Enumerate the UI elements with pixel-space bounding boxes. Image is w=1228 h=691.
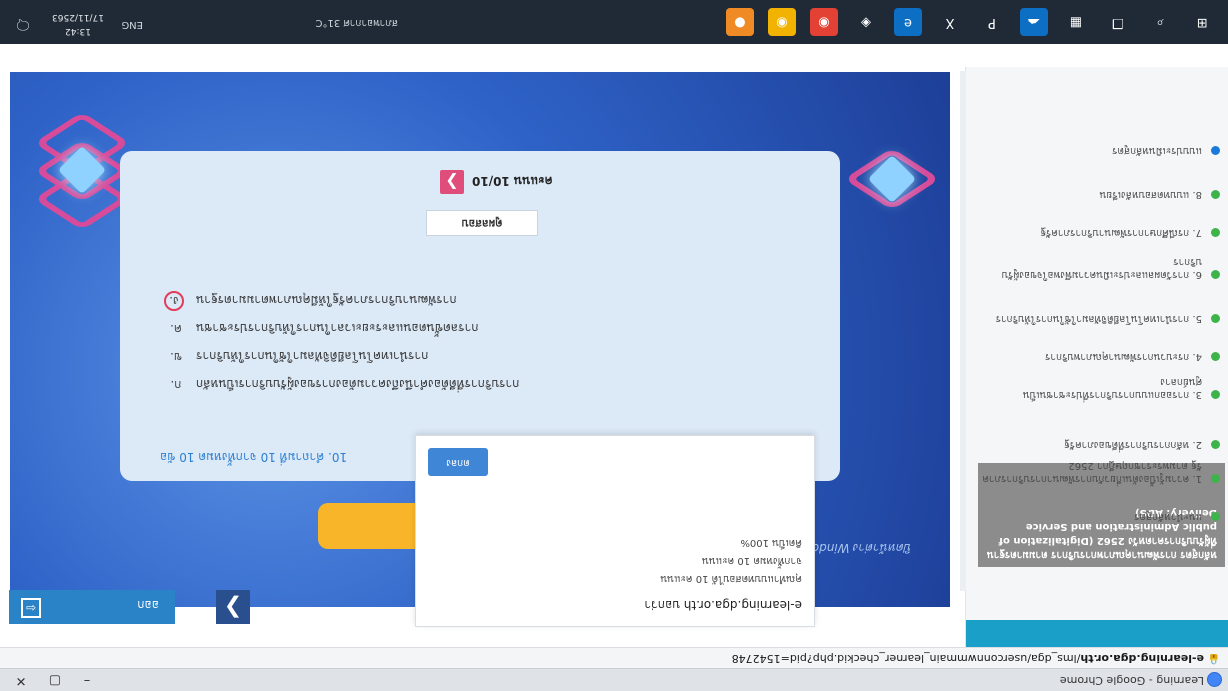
option-text: การนำเทคโนโลยีดิจิทัลมาใช้ในการให้บริการ: [196, 349, 429, 363]
lesson-label: แบบประเมินหลักสูตร: [1112, 145, 1202, 156]
answer-option[interactable]: ก. การบริการที่ดีต้องคำนึงถึงความต้องการข…: [160, 375, 840, 395]
sidebar-header: [966, 620, 1228, 647]
minimize-icon[interactable]: –: [76, 671, 98, 689]
url-domain: e-learning.dga.or.th: [1080, 652, 1204, 665]
taskbar-start-icon[interactable]: ⊞: [1188, 8, 1216, 36]
window-title: Learning - Google Chrome: [1059, 674, 1204, 687]
lesson-label: 7. กรณีศึกษาการพัฒนาบริการภาครัฐ: [1040, 227, 1202, 238]
dialog-site: e-learning.dga.or.th บอกว่า: [644, 598, 802, 612]
taskbar-calculator-icon[interactable]: ▦: [1062, 8, 1090, 36]
url-path: /lms_dga/userconnwmmain_learner_checkid.…: [731, 652, 1081, 665]
lesson-label: 2. หลักการบริการที่ดีของภาครัฐ: [1064, 439, 1202, 450]
status-dot-icon: [1211, 190, 1220, 199]
option-marker: ข.: [169, 350, 183, 364]
option-marker: ค.: [170, 322, 182, 336]
screen: Learning - Google Chrome – ▢ ✕ 🔒 e-learn…: [0, 0, 1228, 691]
notification-icon[interactable]: 🗨: [14, 16, 32, 32]
close-icon[interactable]: ✕: [10, 671, 32, 689]
lesson-label: 3. การออกแบบการบริการที่ประชาชนเป็นศูนย์…: [1022, 376, 1202, 400]
exit-button[interactable]: ออก ⇦: [9, 590, 175, 624]
taskbar-search-icon[interactable]: ⌕: [1146, 8, 1174, 36]
answer-option[interactable]: ข. การนำเทคโนโลยีดิจิทัลมาใช้ในการให้บริก…: [160, 347, 840, 367]
lesson-label: 8. แบบทดสอบหลังเรียน: [1099, 189, 1203, 200]
quiz-card: 10. คำถามที่ 10 จากทั้งหมด 10 ข้อ ก. การบ…: [120, 151, 840, 481]
next-slide-button[interactable]: ❯: [216, 590, 250, 624]
lesson-label: 6. การวัดผลและประเมินความพึงพอใจของผู้รั…: [1001, 256, 1202, 280]
score-display: ❯ คะแนน 10/10: [440, 168, 590, 194]
dialog-ok-button[interactable]: ตกลง: [428, 448, 488, 476]
status-dot-icon: [1211, 270, 1220, 279]
status-dot-icon: [1211, 440, 1220, 449]
language-indicator[interactable]: ENG: [121, 19, 143, 30]
exit-label: ออก: [137, 598, 159, 612]
option-text: การพัฒนาบริการภาครัฐให้มีคุณภาพตามมาตรฐา…: [196, 293, 457, 307]
alert-dialog: e-learning.dga.or.th บอกว่า คุณทำแบบทดสอ…: [415, 435, 815, 627]
status-dot-icon: [1211, 512, 1220, 521]
lesson-label: 1. ความรู้เบื้องต้นเกี่ยวกับการพัฒนาการบ…: [982, 460, 1202, 484]
clock-time: 13:42: [65, 26, 91, 36]
clock[interactable]: 13:42 17/11/2563: [48, 10, 108, 38]
taskbar-store-icon[interactable]: ◈: [852, 8, 880, 36]
score-text: คะแนน 10/10: [472, 174, 553, 188]
chevron-right-icon[interactable]: ❯: [440, 170, 464, 194]
taskbar-task-view-icon[interactable]: ❐: [1104, 8, 1132, 36]
lesson-label: 5. การนำเทคโนโลยีดิจิทัลมาใช้ในการให้บริ…: [995, 313, 1202, 324]
chrome-logo-icon: [1207, 672, 1222, 687]
lock-icon: 🔒: [1207, 653, 1220, 664]
lesson-label: แนะนำหลักสูตร: [1134, 511, 1202, 522]
status-dot-icon: [1211, 352, 1220, 361]
taskbar-chrome-a-icon[interactable]: ◉: [810, 8, 838, 36]
option-marker: ก.: [170, 378, 182, 392]
taskbar-powerpoint-icon[interactable]: P: [978, 8, 1006, 36]
taskbar-line-icon[interactable]: ●: [726, 8, 754, 36]
maximize-icon[interactable]: ▢: [44, 671, 66, 689]
status-dot-icon: [1211, 390, 1220, 399]
dialog-line: จากทั้งหมด 10 คะแนน: [702, 555, 802, 566]
status-dot-icon: [1211, 474, 1220, 483]
taskbar: ⊞ ⌕ ❐ ▦ ☁ P Xe ◈ ◉ ◉ ● สภาพอากาศ 31°C ENG 13:42 17…: [0, 0, 1228, 44]
answer-option[interactable]: ง. การพัฒนาบริการภาครัฐให้มีคุณภาพตามมาตร…: [160, 291, 840, 311]
lesson-label: 4. กระบวนการพัฒนาคุณภาพบริการ: [1045, 351, 1202, 362]
answer-option[interactable]: ค. การลดขั้นตอนและระยะเวลาในการให้บริการป…: [160, 319, 840, 339]
dialog-line: คิดเป็น 100%: [740, 537, 802, 548]
address-bar[interactable]: 🔒 e-learning.dga.or.th/lms_dga/userconnw…: [0, 647, 1228, 668]
view-result-button[interactable]: ดูผลสอบ: [426, 210, 538, 236]
url-text[interactable]: e-learning.dga.or.th/lms_dga/userconnwmm…: [732, 652, 1204, 665]
dialog-line: คุณทำแบบทดสอบได้ 10 คะแนน: [660, 573, 802, 584]
option-text: การลดขั้นตอนและระยะเวลาในการให้บริการประ…: [196, 321, 479, 335]
status-dot-icon: [1211, 146, 1220, 155]
status-dot-icon: [1211, 314, 1220, 323]
browser-title-bar: Learning - Google Chrome – ▢ ✕: [0, 668, 1228, 691]
option-text: การบริการที่ดีต้องคำนึงถึงความต้องการของ…: [196, 377, 520, 391]
taskbar-excel-icon[interactable]: X: [936, 8, 964, 36]
clock-date: 17/11/2563: [52, 12, 104, 22]
option-marker: ง.: [164, 291, 184, 311]
taskbar-onedrive-icon[interactable]: ☁: [1020, 8, 1048, 36]
taskbar-chrome-b-icon[interactable]: ◉: [768, 8, 796, 36]
taskbar-edge-icon[interactable]: e: [894, 8, 922, 36]
exit-icon: ⇦: [21, 598, 41, 618]
lesson-sidebar: หลักสูตร การพัฒนาคุณภาพการบริการ ตามมาตร…: [965, 67, 1228, 647]
status-dot-icon: [1211, 228, 1220, 237]
sidebar-scrollbar[interactable]: [960, 71, 966, 591]
weather-text[interactable]: สภาพอากาศ 31°C: [316, 15, 398, 30]
